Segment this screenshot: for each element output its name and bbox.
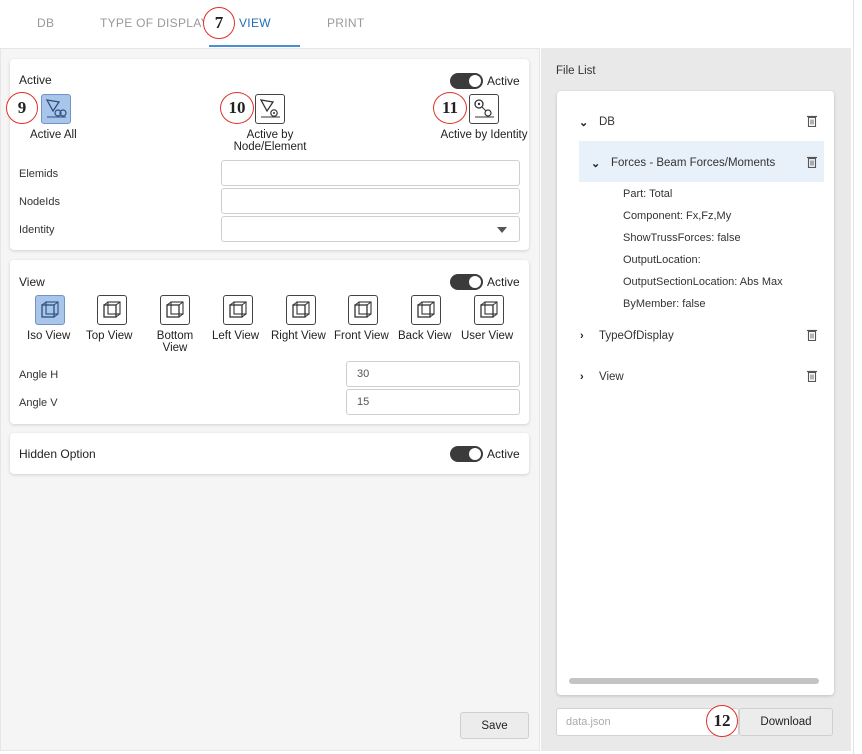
horizontal-scrollbar[interactable] bbox=[569, 678, 819, 684]
tab-db[interactable]: DB bbox=[37, 16, 54, 30]
angle-v-label: Angle V bbox=[19, 397, 58, 409]
active-section-title: Active bbox=[19, 73, 52, 87]
active-by-node-element-label: Active by Node/Element bbox=[233, 129, 307, 153]
callout-10: 10 bbox=[220, 92, 254, 124]
active-toggle[interactable] bbox=[450, 73, 483, 89]
view-card: View Active Iso View Top View Bottom View L… bbox=[10, 260, 529, 424]
tab-type-of-display[interactable]: TYPE OF DISPLAY bbox=[100, 16, 209, 30]
trash-icon[interactable] bbox=[807, 156, 817, 168]
angle-h-input[interactable]: 30 bbox=[346, 361, 520, 387]
nodeids-label: NodeIds bbox=[19, 196, 60, 208]
bottom-view-label: Bottom View bbox=[156, 330, 194, 354]
hidden-option-toggle-label: Active bbox=[487, 447, 520, 461]
active-all-label: Active All bbox=[30, 129, 77, 141]
nodeids-input[interactable] bbox=[221, 188, 520, 214]
top-view-icon bbox=[103, 301, 121, 318]
angle-v-input[interactable]: 15 bbox=[346, 389, 520, 415]
tree-prop: ShowTrussForces: false bbox=[623, 232, 741, 244]
active-by-identity-icon bbox=[474, 99, 494, 118]
active-card: Active Active Active All Active by Node/… bbox=[10, 59, 529, 250]
iso-view-icon bbox=[41, 301, 59, 318]
right-view-icon bbox=[292, 301, 310, 318]
user-view-button[interactable] bbox=[474, 295, 504, 325]
callout-12: 12 bbox=[706, 705, 738, 737]
active-all-icon bbox=[45, 99, 67, 118]
bottom-view-button[interactable] bbox=[160, 295, 190, 325]
front-view-icon bbox=[354, 301, 372, 318]
trash-icon[interactable] bbox=[807, 370, 817, 382]
tree-item-forces[interactable]: Forces - Beam Forces/Moments bbox=[611, 157, 775, 169]
top-view-label: Top View bbox=[86, 330, 133, 342]
tree-prop: ByMember: false bbox=[623, 298, 706, 310]
active-by-node-element-button[interactable] bbox=[255, 94, 285, 124]
tree-item-view[interactable]: View bbox=[599, 371, 624, 383]
active-toggle-label: Active bbox=[487, 74, 520, 88]
chevron-right-icon[interactable]: › bbox=[580, 330, 584, 342]
front-view-button[interactable] bbox=[348, 295, 378, 325]
chevron-down-icon[interactable]: ⌄ bbox=[579, 116, 588, 129]
download-button[interactable]: Download bbox=[739, 708, 833, 736]
top-view-button[interactable] bbox=[97, 295, 127, 325]
front-view-label: Front View bbox=[334, 330, 389, 342]
tree-prop: OutputLocation: bbox=[623, 254, 701, 266]
back-view-button[interactable] bbox=[411, 295, 441, 325]
tree-prop: Part: Total bbox=[623, 188, 673, 200]
right-view-label: Right View bbox=[271, 330, 326, 342]
back-view-icon bbox=[417, 301, 435, 318]
elemids-label: Elemids bbox=[19, 168, 59, 180]
tree-prop: OutputSectionLocation: Abs Max bbox=[623, 276, 783, 288]
identity-select[interactable] bbox=[221, 216, 520, 242]
trash-icon[interactable] bbox=[807, 115, 817, 127]
identity-label: Identity bbox=[19, 224, 55, 236]
hidden-option-title: Hidden Option bbox=[19, 447, 96, 461]
tree-item-db[interactable]: DB bbox=[599, 116, 615, 128]
chevron-right-icon[interactable]: › bbox=[580, 371, 584, 383]
scroll-edge bbox=[853, 0, 862, 754]
iso-view-label: Iso View bbox=[27, 330, 71, 342]
chevron-down-icon[interactable]: ⌄ bbox=[591, 157, 600, 170]
iso-view-button[interactable] bbox=[35, 295, 65, 325]
tab-view[interactable]: VIEW bbox=[239, 16, 271, 30]
left-view-label: Left View bbox=[212, 330, 260, 342]
save-button[interactable]: Save bbox=[460, 712, 529, 739]
angle-h-label: Angle H bbox=[19, 369, 59, 381]
tab-bar: DB TYPE OF DISPLAY VIEW PRINT bbox=[0, 0, 862, 48]
active-by-node-element-icon bbox=[259, 99, 280, 118]
chevron-down-icon bbox=[497, 227, 507, 233]
bottom-view-icon bbox=[166, 301, 184, 318]
active-by-identity-button[interactable] bbox=[469, 94, 499, 124]
view-toggle-label: Active bbox=[487, 275, 520, 289]
trash-icon[interactable] bbox=[807, 329, 817, 341]
user-view-label: User View bbox=[461, 330, 514, 342]
view-toggle[interactable] bbox=[450, 274, 483, 290]
view-section-title: View bbox=[19, 275, 45, 289]
tab-print[interactable]: PRINT bbox=[327, 16, 365, 30]
left-view-icon bbox=[229, 301, 247, 318]
tree-item-typeofdisplay[interactable]: TypeOfDisplay bbox=[599, 330, 674, 342]
tree-prop: Component: Fx,Fz,My bbox=[623, 210, 732, 222]
left-view-button[interactable] bbox=[223, 295, 253, 325]
active-tab-indicator bbox=[209, 45, 300, 47]
hidden-option-toggle[interactable] bbox=[450, 446, 483, 462]
back-view-label: Back View bbox=[398, 330, 452, 342]
callout-9: 9 bbox=[6, 92, 38, 124]
user-view-icon bbox=[480, 301, 498, 318]
right-view-button[interactable] bbox=[286, 295, 316, 325]
active-by-identity-label: Active by Identity bbox=[440, 129, 528, 141]
elemids-input[interactable] bbox=[221, 160, 520, 186]
active-all-button[interactable] bbox=[41, 94, 71, 124]
file-list-title: File List bbox=[556, 65, 596, 77]
callout-7: 7 bbox=[203, 7, 235, 39]
hidden-option-card: Hidden Option Active bbox=[10, 433, 529, 474]
callout-11: 11 bbox=[433, 92, 467, 124]
